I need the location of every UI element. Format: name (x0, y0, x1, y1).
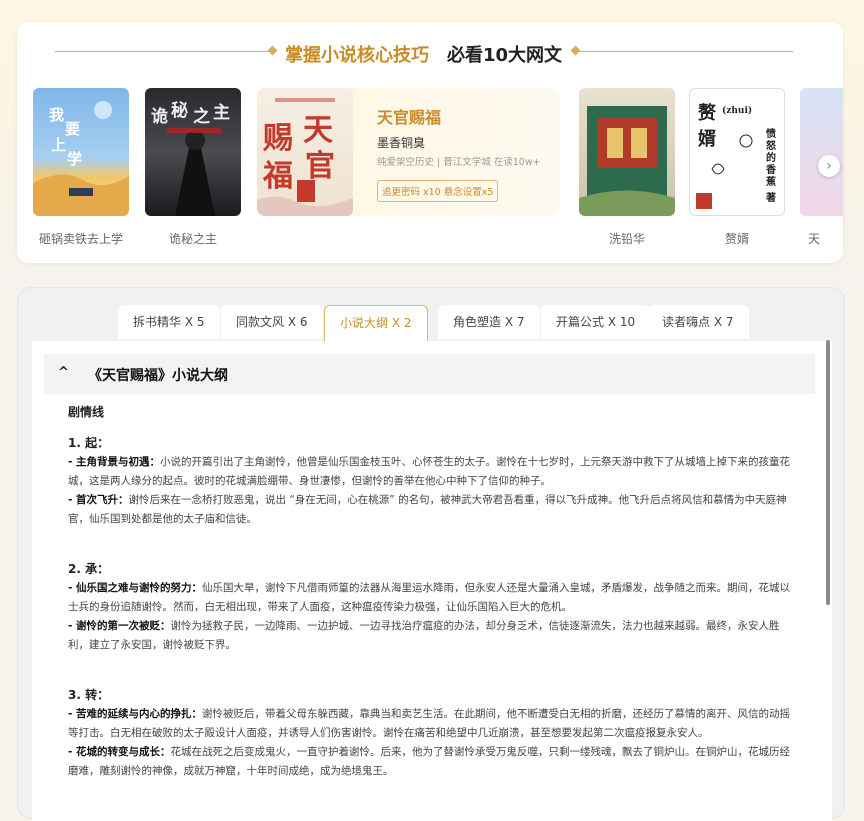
stage-heading: 1. 起： (68, 436, 110, 450)
tab-character-building[interactable]: 角色塑造 X 7 (438, 305, 540, 339)
svg-text:(zhui): (zhui) (722, 105, 752, 116)
plot-lead: - 苦难的延续与内心的挣扎： (68, 708, 203, 720)
svg-text:福: 福 (262, 159, 293, 194)
carousel-next-button[interactable]: › (818, 155, 840, 177)
plot-text: 谢怜为拯救子民，一边降雨、一边护城、一边寻找治疗瘟疫的办法，却分身乏术，信徒逐渐… (68, 620, 780, 651)
svg-text:诡: 诡 (151, 106, 168, 127)
book-cover[interactable] (800, 88, 843, 216)
heading-decoration-left (55, 51, 275, 52)
svg-text:著: 著 (765, 191, 776, 204)
featured-cover[interactable]: 天赐官福 (257, 88, 353, 216)
svg-text:官: 官 (305, 149, 335, 184)
outline-header[interactable]: ^ 《天官赐福》小说大纲 (44, 354, 815, 394)
book-cover[interactable] (579, 88, 675, 216)
plot-paragraph: - 花城的转变与成长：花城在战死之后变成鬼火，一直守护着谢怜。后来，他为了替谢怜… (68, 743, 798, 781)
featured-cover-art: 天赐官福 (257, 98, 353, 216)
content-panel: 拆书精华 X 5 同款文风 X 6 小说大纲 X 2 角色塑造 X 7 开篇公式… (17, 287, 845, 821)
svg-text:上: 上 (51, 136, 66, 154)
svg-text:蕉: 蕉 (766, 175, 776, 188)
tab-opening-formula[interactable]: 开篇公式 X 10 (541, 305, 651, 339)
book-title[interactable]: 诡秘之主 (123, 230, 263, 247)
tab-book-essence[interactable]: 拆书精华 X 5 (118, 305, 220, 339)
heading-decoration-right (579, 51, 793, 52)
plot-lead: - 首次飞升： (68, 494, 129, 506)
book-cover[interactable]: 诡秘之主 (145, 88, 241, 216)
plot-lead: - 谢怜的第一次被贬： (68, 620, 171, 632)
book-cover-art: 赘 婿 (zhui) 愤怒 的香 蕉著 (696, 102, 776, 209)
collapse-caret-icon[interactable]: ^ (58, 365, 69, 380)
outline-title: 《天官赐福》小说大纲 (88, 368, 228, 384)
book-cover-art: 诡秘之主 (151, 100, 230, 216)
plot-paragraph: - 仙乐国之难与谢怜的努力：仙乐国大旱，谢怜下凡借雨师篁的法器从海里运水降雨，但… (68, 579, 798, 617)
book-cover[interactable]: 我要上学 (33, 88, 129, 216)
svg-text:学: 学 (67, 150, 82, 168)
svg-text:的: 的 (766, 151, 776, 164)
svg-text:秘: 秘 (171, 100, 188, 121)
book-cover[interactable]: 赘 婿 (zhui) 愤怒 的香 蕉著 (689, 88, 785, 216)
plot-lead: - 花城的转变与成长： (68, 746, 171, 758)
tab-reader-highlights[interactable]: 读者嗨点 X 7 (647, 305, 749, 339)
section-label: 剧情线 (68, 405, 105, 419)
book-title[interactable]: 天 (740, 230, 820, 247)
svg-text:要: 要 (65, 120, 80, 138)
content-scrollbar[interactable] (826, 340, 830, 605)
heading-text: 必看10大网文 (447, 45, 563, 66)
plot-paragraph: - 主角背景与初遇：小说的开篇引出了主角谢怜，他曾是仙乐国金枝玉叶、心怀苍生的太… (68, 453, 798, 491)
plot-lead: - 仙乐国之难与谢怜的努力： (68, 582, 203, 594)
featured-book[interactable]: 天赐官福 天官赐福 墨香铜臭 纯爱架空历史 | 晋江文学城 在读10w+ 追更密… (257, 88, 560, 216)
svg-text:我: 我 (49, 106, 64, 124)
featured-author: 墨香铜臭 (377, 136, 426, 150)
svg-text:之: 之 (193, 106, 210, 127)
stage-heading: 2. 承： (68, 562, 110, 576)
svg-text:香: 香 (766, 163, 776, 176)
plot-paragraph: - 首次飞升：谢怜后来在一念桥打败恶鬼，说出 “身在无间，心在桃源” 的名句，被… (68, 491, 798, 529)
svg-text:天: 天 (303, 113, 333, 148)
featured-meta: 纯爱架空历史 | 晋江文学城 在读10w+ (377, 157, 541, 168)
svg-text:愤: 愤 (766, 127, 776, 140)
book-cover-art: 我要上学 (33, 101, 129, 216)
tab-same-style[interactable]: 同款文风 X 6 (221, 305, 323, 339)
svg-text:赐: 赐 (262, 121, 293, 156)
plot-text: 花城在战死之后变成鬼火，一直守护着谢怜。后来，他为了替谢怜承受万鬼反噬，只剩一缕… (68, 746, 791, 777)
svg-text:婿: 婿 (698, 128, 716, 150)
svg-text:赘: 赘 (697, 102, 717, 124)
recommendation-card: 掌握小说核心技巧 必看10大网文 我要上学 砸锅卖铁去上学 诡秘之主 诡秘之主 … (17, 22, 843, 263)
featured-tag[interactable]: 追更密码 x10 悬念设置x5 (377, 180, 499, 202)
outline-body: 剧情线 1. 起： - 主角背景与初遇：小说的开篇引出了主角谢怜，他曾是仙乐国金… (68, 403, 798, 781)
svg-text:主: 主 (213, 102, 230, 123)
heading-highlight: 掌握小说核心技巧 (285, 45, 429, 66)
outline-content[interactable]: ^ 《天官赐福》小说大纲 剧情线 1. 起： - 主角背景与初遇：小说的开篇引出… (32, 341, 832, 821)
tab-novel-outline[interactable]: 小说大纲 X 2 (324, 305, 428, 343)
stage-heading: 3. 转： (68, 688, 110, 702)
heading-diamond-left (267, 45, 278, 56)
chevron-right-icon: › (826, 158, 832, 174)
plot-lead: - 主角背景与初遇： (68, 456, 161, 468)
svg-text:怒: 怒 (766, 139, 776, 152)
book-cover-art (579, 106, 675, 216)
featured-title[interactable]: 天官赐福 (377, 104, 441, 128)
plot-text: 小说的开篇引出了主角谢怜，他曾是仙乐国金枝玉叶、心怀苍生的太子。谢怜在十七岁时，… (68, 456, 791, 487)
plot-text: 谢怜后来在一念桥打败恶鬼，说出 “身在无间，心在桃源” 的名句，被神武大帝君吾看… (68, 494, 787, 525)
plot-paragraph: - 谢怜的第一次被贬：谢怜为拯救子民，一边降雨、一边护城、一边寻找治疗瘟疫的办法… (68, 617, 798, 655)
plot-paragraph: - 苦难的延续与内心的挣扎：谢怜被贬后，带着父母东躲西藏，靠典当和卖艺生活。在此… (68, 705, 798, 743)
